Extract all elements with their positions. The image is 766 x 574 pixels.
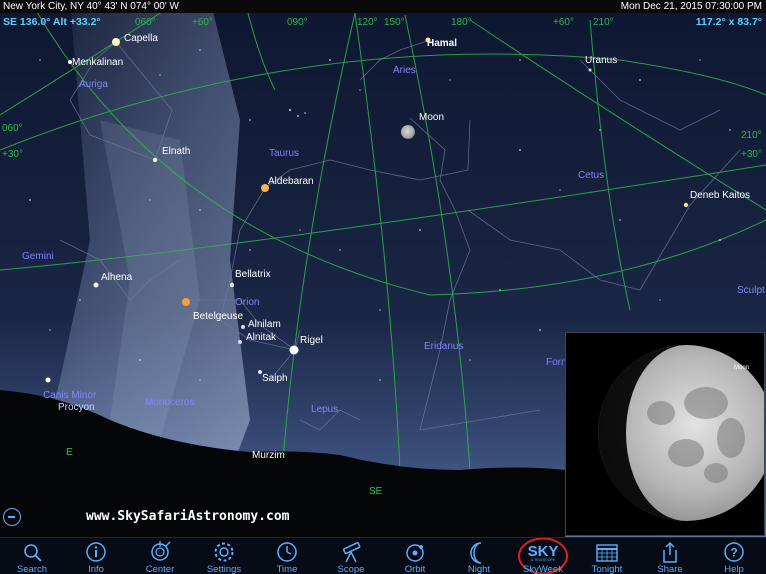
grid-label: +60° bbox=[553, 17, 574, 28]
zoom-out-button[interactable] bbox=[3, 508, 21, 526]
toolbar-label: Search bbox=[16, 564, 48, 574]
constellation-label[interactable]: Monoceros bbox=[145, 397, 194, 408]
direction-readout: SE 136.0° Alt +33.2° bbox=[3, 16, 101, 28]
website-watermark: www.SkySafariAstronomy.com bbox=[86, 509, 290, 524]
constellation-label[interactable]: Auriga bbox=[79, 79, 108, 90]
star-label[interactable]: Alnitak bbox=[246, 332, 276, 343]
grid-label: 060° bbox=[2, 123, 23, 134]
clock-icon bbox=[277, 542, 297, 562]
location-text: New York City, NY 40° 43' N 074° 00' W bbox=[3, 1, 179, 12]
toolbar-label: Night bbox=[467, 564, 491, 574]
toolbar-tonight-button[interactable]: Tonight bbox=[575, 538, 639, 574]
star-label[interactable]: Capella bbox=[124, 33, 158, 44]
constellation-label[interactable]: Taurus bbox=[269, 148, 299, 159]
toolbar-label: Help bbox=[724, 564, 744, 574]
horizon-marker-label[interactable]: E bbox=[66, 447, 73, 458]
star-label[interactable]: Betelgeuse bbox=[193, 311, 243, 322]
toolbar-orbit-button[interactable]: Orbit bbox=[383, 538, 447, 574]
toolbar-label: SkyWeek bbox=[523, 564, 563, 574]
star-label[interactable]: Bellatrix bbox=[235, 269, 271, 280]
help-icon: ? bbox=[724, 542, 744, 562]
moon-icon bbox=[470, 542, 482, 564]
star-label[interactable]: Canis Minor bbox=[43, 390, 96, 401]
grid-label: 210° bbox=[741, 130, 762, 141]
star-label[interactable]: Murzim bbox=[252, 450, 285, 461]
star-label[interactable]: Menkalinan bbox=[72, 57, 123, 68]
toolbar-label: Center bbox=[145, 564, 175, 574]
grid-label: 060° bbox=[135, 17, 156, 28]
toolbar-label: Tonight bbox=[591, 564, 623, 574]
grid-label: +30° bbox=[2, 149, 23, 160]
constellation-label[interactable]: Aries bbox=[393, 65, 416, 76]
toolbar-label: Settings bbox=[206, 564, 242, 574]
fov-readout: 117.2° x 83.7° bbox=[695, 16, 762, 28]
constellation-label[interactable]: Gemini bbox=[22, 251, 54, 262]
grid-label: +30° bbox=[741, 149, 762, 160]
horizon-marker-label[interactable]: SE bbox=[369, 486, 382, 497]
grid-label: 090° bbox=[287, 17, 308, 28]
moon-image: Moon bbox=[598, 345, 764, 521]
toolbar-label: Info bbox=[88, 564, 104, 574]
toolbar-info-button[interactable]: Info bbox=[64, 538, 128, 574]
star-label[interactable]: Rigel bbox=[300, 335, 323, 346]
search-icon bbox=[24, 544, 42, 562]
orbit-icon bbox=[406, 544, 424, 562]
status-bar: New York City, NY 40° 43' N 074° 00' W M… bbox=[0, 0, 766, 13]
telescope-icon bbox=[342, 542, 361, 563]
constellation-label[interactable]: Lepus bbox=[311, 404, 338, 415]
star-label[interactable]: Alhena bbox=[101, 272, 132, 283]
constellation-label[interactable]: Orion bbox=[235, 297, 259, 308]
toolbar-night-button[interactable]: Night bbox=[447, 538, 511, 574]
star-label[interactable]: Elnath bbox=[162, 146, 190, 157]
constellation-label[interactable]: Forn bbox=[546, 357, 567, 368]
sky-logo-subtext: & TELESCOPE bbox=[531, 558, 556, 562]
grid-label: 210° bbox=[593, 17, 614, 28]
grid-label: 120° bbox=[357, 17, 378, 28]
center-icon bbox=[151, 541, 171, 561]
toolbar-label: Share bbox=[657, 564, 683, 574]
star-label[interactable]: Deneb Kaitos bbox=[690, 190, 750, 201]
toolbar-label: Time bbox=[276, 564, 298, 574]
star-label[interactable]: Hamal bbox=[427, 38, 457, 49]
share-icon bbox=[663, 541, 677, 563]
toolbar-center-button[interactable]: Center bbox=[128, 538, 192, 574]
svg-text:?: ? bbox=[730, 546, 737, 560]
toolbar-settings-button[interactable]: Settings bbox=[192, 538, 256, 574]
toolbar-help-button[interactable]: ? Help bbox=[702, 538, 766, 574]
grid-label: 180° bbox=[451, 17, 472, 28]
toolbar-label: Scope bbox=[337, 564, 365, 574]
skysafari-app: New York City, NY 40° 43' N 074° 00' W M… bbox=[0, 0, 766, 574]
calendar-icon bbox=[596, 544, 618, 562]
datetime-text: Mon Dec 21, 2015 07:30:00 PM bbox=[620, 1, 762, 12]
toolbar-label: Orbit bbox=[404, 564, 426, 574]
info-icon bbox=[86, 542, 106, 562]
star-label[interactable]: Procyon bbox=[58, 402, 95, 413]
toolbar-time-button[interactable]: Time bbox=[255, 538, 319, 574]
moon-label[interactable]: Moon bbox=[419, 112, 444, 123]
inset-moon-label: Moon bbox=[734, 365, 749, 371]
constellation-label[interactable]: Cetus bbox=[578, 170, 604, 181]
toolbar-skyweek-button[interactable]: SKY & TELESCOPE SkyWeek bbox=[511, 538, 575, 574]
toolbar-scope-button[interactable]: Scope bbox=[319, 538, 383, 574]
moon-inset[interactable]: Moon bbox=[565, 332, 765, 536]
grid-label: +60° bbox=[192, 17, 213, 28]
toolbar-search-button[interactable]: Search bbox=[0, 538, 64, 574]
grid-label: 150° bbox=[384, 17, 405, 28]
constellation-label[interactable]: Eridanus bbox=[424, 341, 463, 352]
bottom-toolbar: Search Info Center Settings Time Scope Orbit Ni… bbox=[0, 537, 766, 574]
constellation-label[interactable]: Sculpt bbox=[737, 285, 765, 296]
star-label[interactable]: Saiph bbox=[262, 373, 288, 384]
toolbar-share-button[interactable]: Share bbox=[638, 538, 702, 574]
star-label[interactable]: Aldebaran bbox=[268, 176, 314, 187]
settings-icon bbox=[214, 542, 234, 562]
star-label[interactable]: Alnilam bbox=[248, 319, 281, 330]
star-label[interactable]: Uranus bbox=[585, 55, 617, 66]
